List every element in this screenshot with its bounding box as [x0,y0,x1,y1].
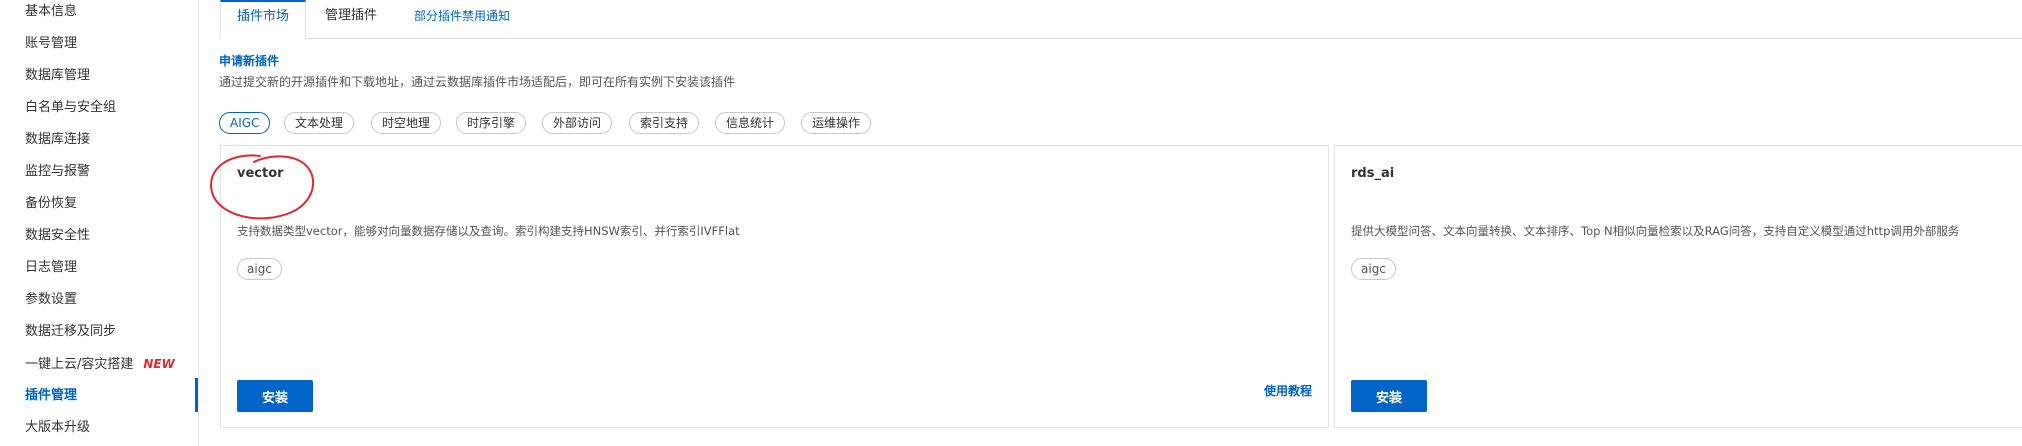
new-badge: NEW [143,357,175,371]
sidebar-item-connection[interactable]: 数据库连接 [25,130,90,150]
filter-chip-external-access[interactable]: 外部访问 [542,112,613,134]
plugin-card-tag: aigc [1351,258,1396,280]
sidebar-item-label: 数据迁移及同步 [25,324,117,339]
plugin-card-description: 支持数据类型vector，能够对向量数据存储以及查询。索引构建支持HNSW索引、… [237,224,740,238]
sidebar-item-label: 账号管理 [25,36,78,51]
sidebar-item-label: 日志管理 [25,260,78,275]
tab-disable-notice[interactable]: 部分插件禁用通知 [398,0,526,38]
sidebar-item-security[interactable]: 数据安全性 [25,226,90,246]
sidebar-item-whitelist[interactable]: 白名单与安全组 [25,98,116,118]
plugin-card-title: vector [237,166,284,181]
sidebar-item-logs[interactable]: 日志管理 [25,258,77,278]
sidebar-item-label: 备份恢复 [25,196,78,211]
sidebar-item-accounts[interactable]: 账号管理 [25,34,77,54]
plugin-card-rds-ai: rds_ai 提供大模型问答、文本向量转换、文本排序、Top N相似向量检索以及… [1334,145,2022,428]
tab-plugin-market[interactable]: 插件市场 [220,0,307,39]
sidebar-item-label: 参数设置 [25,292,78,307]
filter-chip-aigc[interactable]: AIGC [219,112,271,134]
sidebar-item-label: 一键上云/容灾搭建 [25,357,134,372]
sidebar-item-plugins[interactable]: 插件管理 [25,386,77,406]
sidebar-active-indicator [195,378,198,412]
sidebar-item-label: 监控与报警 [25,164,91,179]
plugin-card-tag: aigc [237,258,282,280]
sidebar-item-label: 数据库管理 [25,68,91,83]
sidebar-item-version-upgrade[interactable]: 大版本升级 [25,418,90,438]
filter-chip-index[interactable]: 索引支持 [629,112,700,134]
sidebar-item-label: 白名单与安全组 [25,100,117,115]
sidebar-item-label: 插件管理 [25,388,78,403]
install-button[interactable]: 安装 [237,380,313,412]
sidebar-item-migration[interactable]: 数据迁移及同步 [25,322,116,342]
plugin-card-description: 提供大模型问答、文本向量转换、文本排序、Top N相似向量检索以及RAG问答，支… [1351,224,1960,238]
sidebar-item-monitoring[interactable]: 监控与报警 [25,162,90,182]
plugin-card-title: rds_ai [1351,166,1395,181]
install-button[interactable]: 安装 [1351,380,1427,412]
sidebar-item-databases[interactable]: 数据库管理 [25,66,90,86]
filter-chip-text-processing[interactable]: 文本处理 [284,112,355,134]
sidebar-item-label: 数据安全性 [25,228,91,243]
apply-description: 通过提交新的开源插件和下载地址，通过云数据库插件市场适配后，即可在所有实例下安装… [219,75,736,89]
sidebar-item-cloud-migration[interactable]: 一键上云/容灾搭建 NEW [25,354,175,375]
sidebar-item-label: 大版本升级 [25,420,91,435]
apply-new-plugin-link[interactable]: 申请新插件 [219,52,279,69]
sidebar-item-label: 数据库连接 [25,132,91,147]
filter-chip-timeseries[interactable]: 时序引擎 [456,112,527,134]
sidebar-item-label: 基本信息 [25,4,78,19]
sidebar-item-basic-info[interactable]: 基本信息 [25,2,77,22]
tab-bar: 插件市场 管理插件 部分插件禁用通知 [220,0,2022,39]
plugin-card-vector: vector 支持数据类型vector，能够对向量数据存储以及查询。索引构建支持… [220,145,1329,428]
tab-manage-plugins[interactable]: 管理插件 [309,0,393,38]
sidebar-item-backup[interactable]: 备份恢复 [25,194,77,214]
tutorial-link[interactable]: 使用教程 [1264,382,1312,399]
sidebar-item-parameters[interactable]: 参数设置 [25,290,77,310]
filter-chip-statistics[interactable]: 信息统计 [715,112,786,134]
filter-chip-ops[interactable]: 运维操作 [801,112,872,134]
sidebar: 基本信息 账号管理 数据库管理 白名单与安全组 数据库连接 监控与报警 备份恢复… [0,0,199,446]
filter-chip-geo[interactable]: 时空地理 [371,112,442,134]
